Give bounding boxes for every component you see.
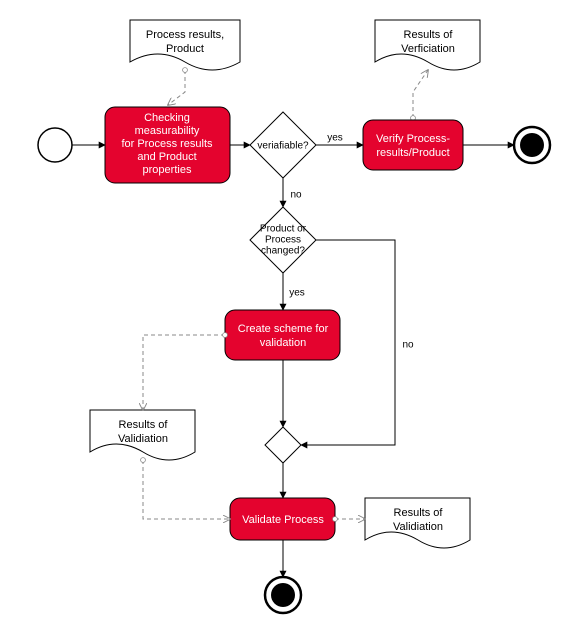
label-yes1: yes <box>327 133 343 144</box>
task-verify: Verify Process- results/Product <box>363 120 463 170</box>
gateway-merge <box>265 427 301 463</box>
task-check: Checking measurability for Process resul… <box>105 107 230 183</box>
doc-input-line2: Product <box>166 43 204 55</box>
task-verify-l2: results/Product <box>376 147 449 159</box>
doc-verif-line2: Verficiation <box>401 43 455 55</box>
task-validate: Validate Process <box>230 498 335 540</box>
assoc-validdoc-to-validate <box>143 460 230 519</box>
assoc-verify-to-doc <box>413 70 428 118</box>
assoc-input-to-check <box>168 70 185 105</box>
task-validate-l1: Validate Process <box>242 514 324 526</box>
label-no2: no <box>402 340 414 351</box>
doc-input: Process results, Product <box>130 20 240 70</box>
doc-validation-left: Results of Validiation <box>90 410 195 460</box>
gateway-verifiable: veriafiable? <box>250 112 316 178</box>
label-yes2: yes <box>289 288 305 299</box>
gateway-changed-l2: Process <box>265 235 301 246</box>
task-check-l3: for Process results <box>121 138 213 150</box>
doc-valid2-line1: Results of <box>394 507 444 519</box>
task-check-l4: and Product <box>137 151 196 163</box>
doc-verif-line1: Results of <box>404 29 454 41</box>
task-check-l5: properties <box>143 164 192 176</box>
task-check-l1: Checking <box>144 112 190 124</box>
task-check-l2: measurability <box>135 125 200 137</box>
start-event <box>38 128 72 162</box>
end-event-bottom <box>265 577 301 613</box>
task-scheme-l1: Create scheme for <box>238 323 329 335</box>
doc-valid1-line2: Validiation <box>118 433 168 445</box>
label-no1: no <box>290 190 302 201</box>
doc-input-line1: Process results, <box>146 29 224 41</box>
task-verify-l1: Verify Process- <box>376 133 450 145</box>
task-scheme: Create scheme for validation <box>225 310 340 360</box>
doc-valid1-line1: Results of <box>119 419 169 431</box>
doc-valid2-line2: Validiation <box>393 521 443 533</box>
gateway-changed-l3: changed? <box>261 246 305 257</box>
doc-validation-right: Results of Validiation <box>365 498 470 548</box>
gateway-verifiable-label: veriafiable? <box>257 141 309 152</box>
assoc-scheme-to-validdoc <box>143 335 225 410</box>
task-scheme-l2: validation <box>260 337 306 349</box>
doc-verification: Results of Verficiation <box>375 20 480 70</box>
end-event-top <box>514 127 550 163</box>
gateway-changed-l1: Product or <box>260 224 307 235</box>
gateway-changed: Product or Process changed? <box>250 207 316 273</box>
